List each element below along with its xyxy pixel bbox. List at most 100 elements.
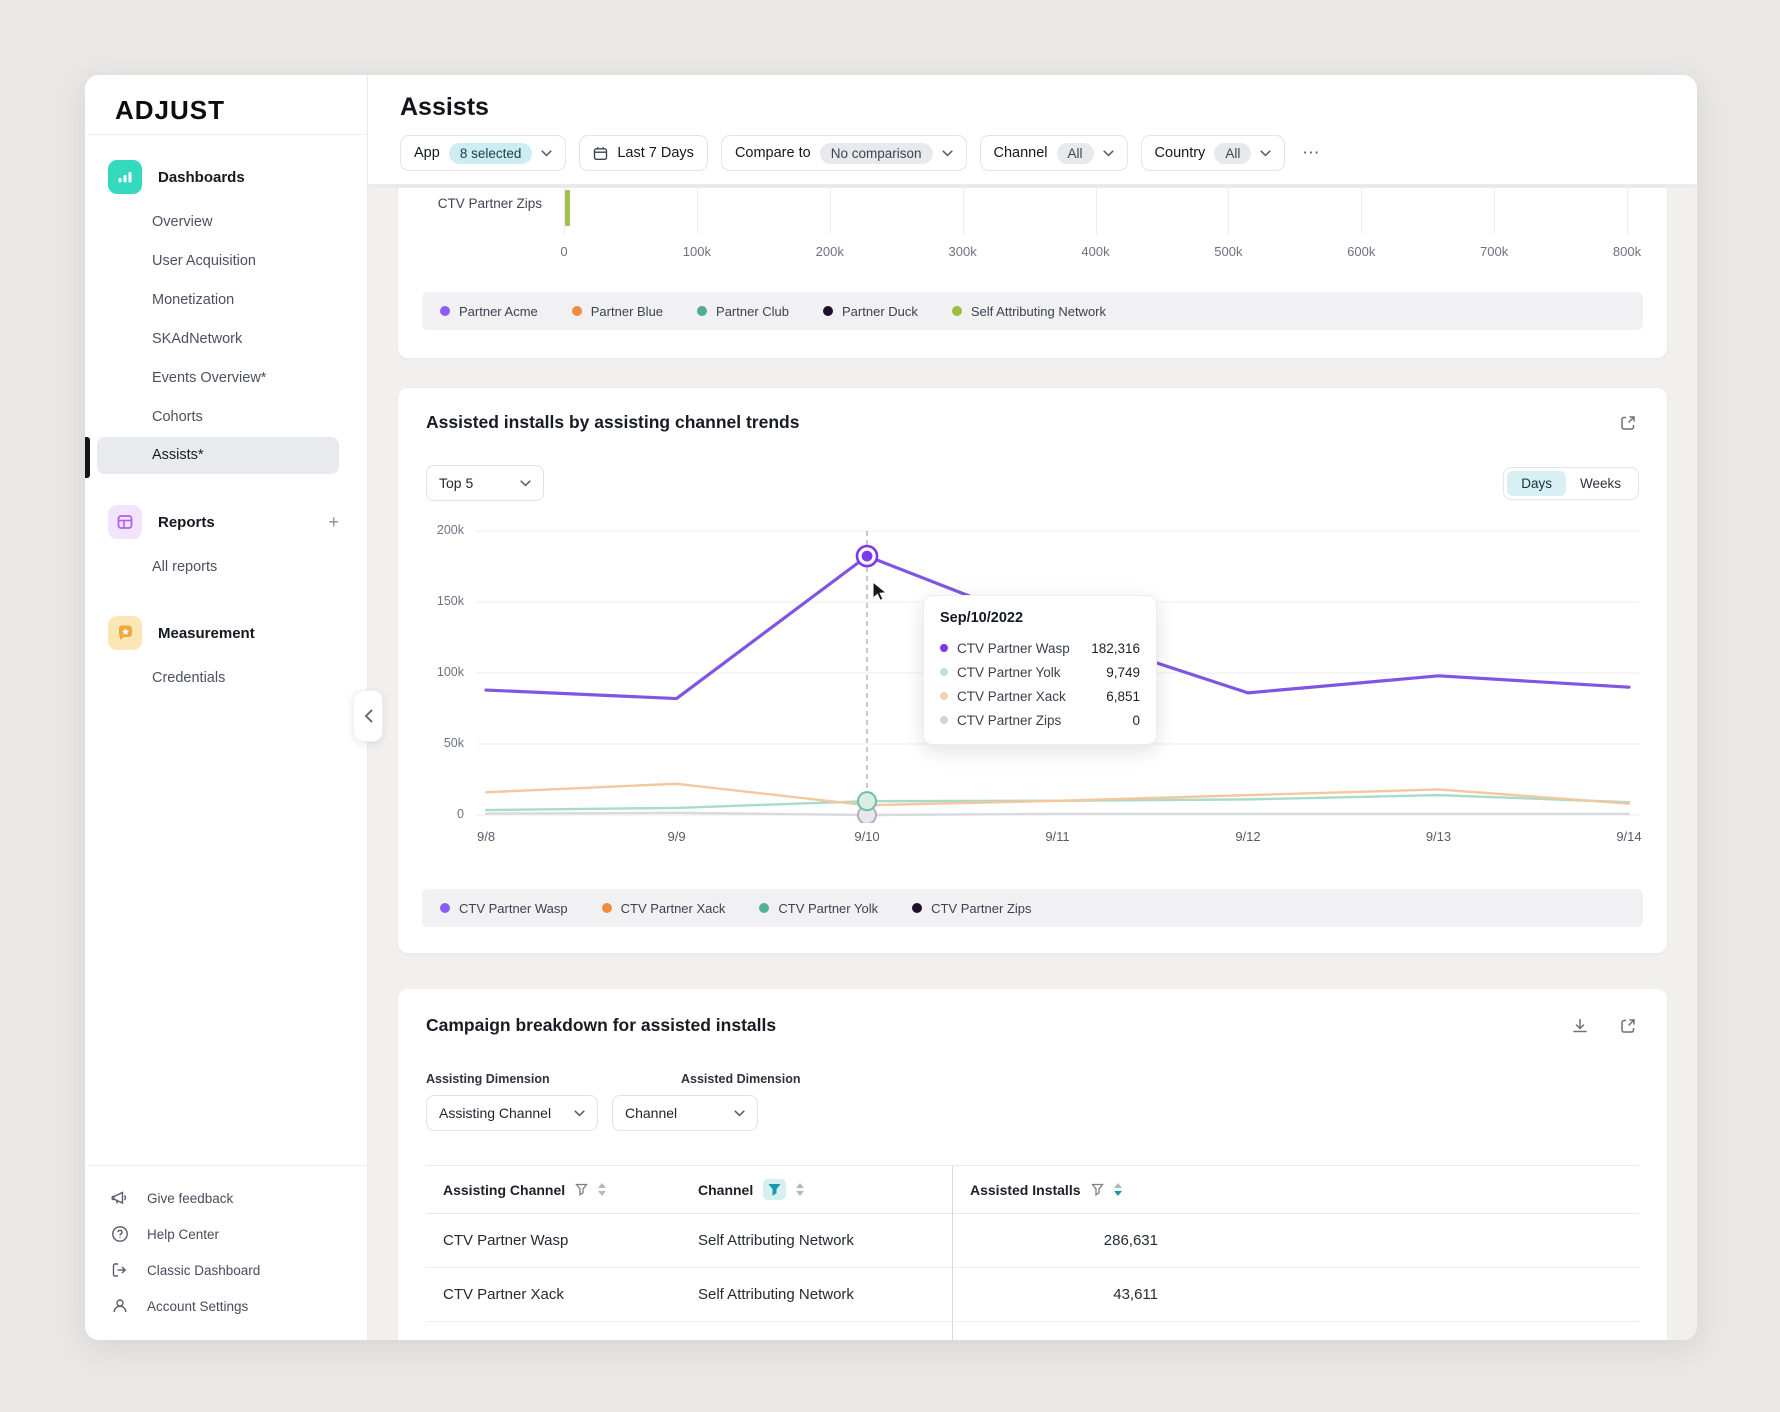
- legend-item[interactable]: Partner Blue: [572, 304, 663, 319]
- legend-item[interactable]: CTV Partner Xack: [602, 901, 726, 916]
- tooltip-row: CTV Partner Wasp182,316: [940, 636, 1140, 660]
- download-button[interactable]: [1569, 1015, 1591, 1042]
- give-feedback-button[interactable]: Give feedback: [85, 1180, 367, 1216]
- filter-icon-active[interactable]: [763, 1179, 786, 1200]
- mouse-cursor: [873, 582, 886, 600]
- app-filter[interactable]: App 8 selected: [400, 135, 566, 171]
- add-report-button[interactable]: +: [328, 512, 339, 533]
- assisting-dimension-select[interactable]: Assisting Channel: [426, 1095, 598, 1131]
- sidebar-footer: Give feedback Help Center Classic Dashbo…: [85, 1165, 367, 1340]
- app-window: ADJUST Dashboards Overview User Acquisit…: [85, 75, 1697, 1340]
- x-tick-label: 500k: [1214, 244, 1242, 259]
- table-cell-value[interactable]: 286,631: [953, 1214, 1158, 1268]
- table-cell[interactable]: CTV Partner Wasp: [426, 1214, 681, 1268]
- legend-item[interactable]: Partner Acme: [440, 304, 538, 319]
- country-filter[interactable]: Country All: [1141, 135, 1286, 171]
- table-cell[interactable]: Self Attributing Network: [681, 1214, 953, 1268]
- column-header-assisting-channel[interactable]: Assisting Channel: [426, 1166, 681, 1214]
- table-cell[interactable]: CTV Partner Xack: [426, 1268, 681, 1322]
- legend-item[interactable]: CTV Partner Wasp: [440, 901, 568, 916]
- legend-item[interactable]: Partner Club: [697, 304, 789, 319]
- legend-item[interactable]: Self Attributing Network: [952, 304, 1106, 319]
- expand-icon: [1619, 1017, 1637, 1035]
- sidebar-group-measurement[interactable]: Measurement: [85, 613, 367, 653]
- table-row-partial: [681, 1322, 953, 1340]
- expand-table-button[interactable]: [1617, 1015, 1639, 1042]
- legend-item[interactable]: CTV Partner Yolk: [759, 901, 878, 916]
- toggle-weeks[interactable]: Weeks: [1566, 471, 1635, 496]
- sidebar-item-all-reports[interactable]: All reports: [85, 548, 367, 587]
- filter-icon[interactable]: [1091, 1183, 1104, 1196]
- help-center-button[interactable]: Help Center: [85, 1216, 367, 1252]
- bar-segment-self-attributing-network[interactable]: [565, 190, 570, 226]
- x-tick-label: 9/12: [1235, 829, 1260, 844]
- table-row-partial: [953, 1322, 1158, 1340]
- chevron-down-icon: [574, 1110, 585, 1117]
- sidebar: ADJUST Dashboards Overview User Acquisit…: [85, 75, 368, 1340]
- breakdown-card: Campaign breakdown for assisted installs…: [398, 989, 1667, 1340]
- assisted-dimension-select[interactable]: Channel: [612, 1095, 758, 1131]
- page-title: Assists: [400, 93, 1667, 122]
- toggle-days[interactable]: Days: [1507, 471, 1566, 496]
- sort-icon[interactable]: [796, 1183, 804, 1196]
- sidebar-collapse-button[interactable]: [353, 690, 383, 742]
- chevron-down-icon: [541, 150, 552, 157]
- breakdown-table: Assisting Channel Channel Assisted Insta…: [426, 1165, 1639, 1340]
- column-header-channel[interactable]: Channel: [681, 1166, 953, 1214]
- sidebar-group-label: Dashboards: [158, 169, 339, 186]
- table-cell-filler: [1158, 1268, 1639, 1322]
- sidebar-item-assists[interactable]: Assists*: [97, 437, 339, 474]
- sidebar-item-monetization[interactable]: Monetization: [85, 281, 367, 320]
- assisting-dimension-label: Assisting Dimension: [426, 1072, 681, 1086]
- legend-item[interactable]: Partner Duck: [823, 304, 918, 319]
- x-tick-label: 700k: [1480, 244, 1508, 259]
- more-filters-button[interactable]: ⋯: [1298, 143, 1325, 163]
- date-range-filter[interactable]: Last 7 Days: [579, 135, 708, 171]
- channel-filter[interactable]: Channel All: [980, 135, 1128, 171]
- assisted-dimension-label: Assisted Dimension: [681, 1072, 800, 1086]
- compare-to-filter[interactable]: Compare to No comparison: [721, 135, 967, 171]
- bar-gridline: [1096, 188, 1097, 234]
- x-tick-label: 0: [560, 244, 567, 259]
- reports-icon: [108, 505, 142, 539]
- y-tick-label: 0: [418, 807, 464, 821]
- tooltip-row: CTV Partner Xack6,851: [940, 684, 1140, 708]
- table-cell[interactable]: Self Attributing Network: [681, 1268, 953, 1322]
- sidebar-item-skadnetwork[interactable]: SKAdNetwork: [85, 320, 367, 359]
- table-row-partial: [426, 1322, 681, 1340]
- granularity-toggle: Days Weeks: [1503, 467, 1639, 500]
- bar-category-label: CTV Partner Zips: [422, 196, 542, 211]
- classic-dashboard-button[interactable]: Classic Dashboard: [85, 1252, 367, 1288]
- top-n-select[interactable]: Top 5: [426, 465, 544, 501]
- trend-chart[interactable]: Sep/10/2022 CTV Partner Wasp182,316 CTV …: [476, 523, 1639, 823]
- sidebar-item-user-acquisition[interactable]: User Acquisition: [85, 242, 367, 281]
- y-tick-label: 100k: [418, 665, 464, 679]
- assisted-installs-bar-card: CTV Partner Zips 0100k200k300k400k500k60…: [398, 188, 1667, 358]
- trend-chart-legend: CTV Partner Wasp CTV Partner Xack CTV Pa…: [422, 889, 1643, 927]
- trend-card: Assisted installs by assisting channel t…: [398, 388, 1667, 953]
- y-tick-label: 200k: [418, 523, 464, 537]
- legend-item[interactable]: CTV Partner Zips: [912, 901, 1031, 916]
- sidebar-group-reports[interactable]: Reports +: [85, 502, 367, 542]
- chevron-down-icon: [520, 480, 531, 487]
- sort-icon[interactable]: [598, 1183, 606, 1196]
- account-settings-button[interactable]: Account Settings: [85, 1288, 367, 1324]
- expand-chart-button[interactable]: [1617, 412, 1639, 439]
- sidebar-item-credentials[interactable]: Credentials: [85, 659, 367, 698]
- sidebar-item-cohorts[interactable]: Cohorts: [85, 398, 367, 437]
- expand-icon: [1619, 414, 1637, 432]
- sidebar-group-dashboards[interactable]: Dashboards: [85, 157, 367, 197]
- megaphone-icon: [111, 1189, 129, 1207]
- sidebar-item-events-overview[interactable]: Events Overview*: [85, 359, 367, 398]
- app-selected-badge: 8 selected: [449, 143, 533, 164]
- table-cell-value[interactable]: 43,611: [953, 1268, 1158, 1322]
- dashboards-icon: [108, 160, 142, 194]
- filter-icon[interactable]: [575, 1183, 588, 1196]
- sidebar-item-overview[interactable]: Overview: [85, 203, 367, 242]
- x-tick-label: 9/9: [667, 829, 685, 844]
- chart-tooltip: Sep/10/2022 CTV Partner Wasp182,316 CTV …: [923, 595, 1157, 745]
- bar-gridline: [963, 188, 964, 234]
- sort-icon-desc-active[interactable]: [1114, 1183, 1122, 1196]
- column-header-assisted-installs[interactable]: Assisted Installs: [953, 1166, 1158, 1214]
- x-tick-label: 300k: [949, 244, 977, 259]
